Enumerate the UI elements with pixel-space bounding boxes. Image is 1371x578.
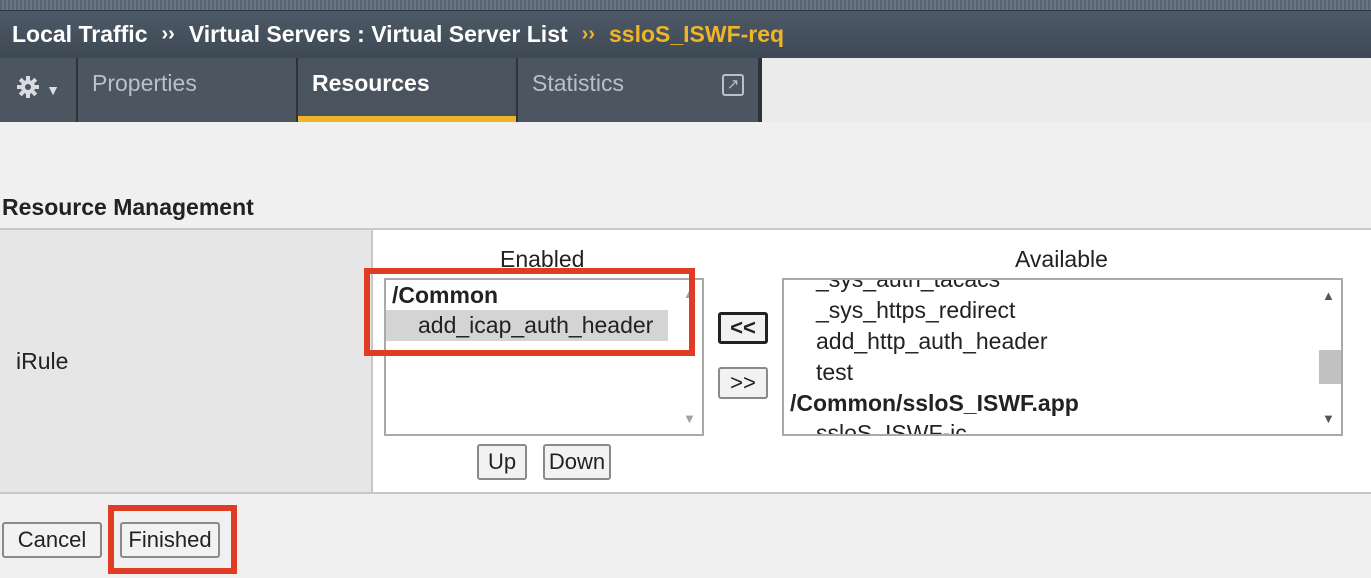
tab-properties[interactable]: Properties xyxy=(78,58,298,122)
tab-resources[interactable]: Resources xyxy=(298,58,518,122)
available-item[interactable]: _sys_https_redirect xyxy=(784,295,1341,326)
enabled-item-add-icap-auth-header[interactable]: add_icap_auth_header xyxy=(386,310,668,341)
breadcrumb-current: ssloS_ISWF-req xyxy=(608,21,785,47)
available-group-app: /Common/ssloS_ISWF.app xyxy=(790,390,1079,416)
tab-bar: ▼ Properties Resources Statistics ↗ xyxy=(0,58,762,122)
enabled-group-common: /Common xyxy=(392,282,499,308)
tab-statistics[interactable]: Statistics ↗ xyxy=(518,58,760,122)
scroll-down-icon[interactable]: ▼ xyxy=(683,411,696,426)
available-listbox[interactable]: _sys_auth_tacacs _sys_https_redirect add… xyxy=(782,278,1343,436)
tab-properties-label: Properties xyxy=(92,70,197,96)
move-to-available-button[interactable]: >> xyxy=(718,367,768,399)
breadcrumb-local-traffic[interactable]: Local Traffic xyxy=(12,21,147,48)
tab-resources-label: Resources xyxy=(312,70,430,96)
scroll-up-icon[interactable]: ▲ xyxy=(1322,288,1335,303)
external-link-icon[interactable]: ↗ xyxy=(722,74,744,96)
available-scrollbar[interactable]: ▲ ▼ xyxy=(1317,280,1341,434)
available-header: Available xyxy=(1015,246,1108,272)
top-strip xyxy=(0,0,1371,10)
tab-statistics-label: Statistics xyxy=(532,70,625,96)
available-item[interactable]: test xyxy=(784,357,1341,388)
available-item-partial-top[interactable]: _sys_auth_tacacs xyxy=(784,280,1341,295)
gear-menu-button[interactable]: ▼ xyxy=(0,58,78,122)
enabled-listbox[interactable]: /Common add_icap_auth_header ▲ ▼ xyxy=(384,278,704,436)
available-item-partial-bottom[interactable]: ssloS_ISWF-ic xyxy=(784,418,1341,434)
up-button[interactable]: Up xyxy=(477,444,527,480)
breadcrumb: Local Traffic ›› Virtual Servers : Virtu… xyxy=(0,10,1371,58)
breadcrumb-virtual-server-list[interactable]: Virtual Servers : Virtual Server List xyxy=(189,21,568,48)
breadcrumb-separator-current: ›› xyxy=(581,23,595,45)
available-item[interactable]: add_http_auth_header xyxy=(784,326,1341,357)
enabled-header: Enabled xyxy=(500,246,585,272)
irule-panel: iRule Enabled Available /Common add_icap… xyxy=(0,228,1371,494)
scroll-thumb[interactable] xyxy=(1319,350,1341,384)
chevron-down-icon: ▼ xyxy=(46,82,60,98)
scroll-up-icon[interactable]: ▲ xyxy=(683,286,696,301)
tab-bar-filler xyxy=(762,58,1371,122)
irule-label: iRule xyxy=(16,348,69,374)
irule-label-cell: iRule xyxy=(0,230,373,492)
gear-icon xyxy=(16,75,40,106)
scroll-down-icon[interactable]: ▼ xyxy=(1322,411,1335,426)
enabled-scrollbar[interactable]: ▲ ▼ xyxy=(678,280,702,434)
move-to-enabled-button[interactable]: << xyxy=(718,312,768,344)
cancel-button[interactable]: Cancel xyxy=(2,522,102,558)
finished-button[interactable]: Finished xyxy=(120,522,220,558)
down-button[interactable]: Down xyxy=(543,444,611,480)
section-title: Resource Management xyxy=(2,194,254,220)
breadcrumb-separator: ›› xyxy=(161,23,175,45)
